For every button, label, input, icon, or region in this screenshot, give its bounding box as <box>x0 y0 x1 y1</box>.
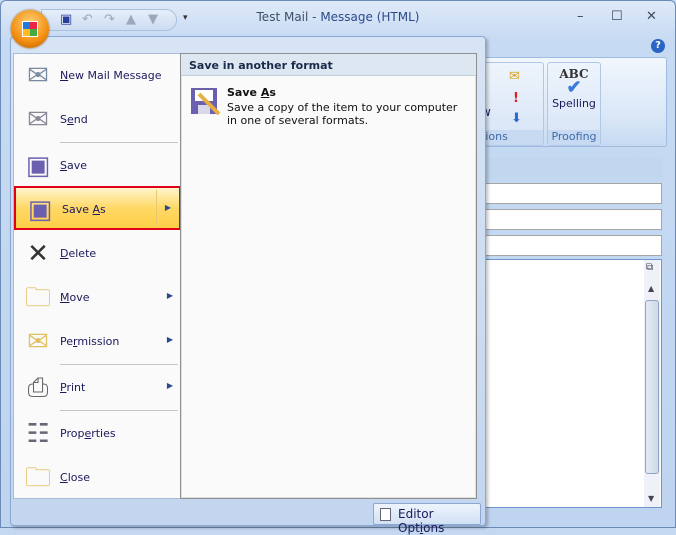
block-sender-icon[interactable]: ✉ <box>509 69 520 84</box>
save-icon: ▣ <box>25 151 51 181</box>
office-logo-icon <box>22 21 38 37</box>
send-icon: ✉ <box>27 105 49 135</box>
new-mail-icon: ✉ <box>27 61 49 91</box>
office-menu-commands: ✉ New Mail Message ✉ Send ▣ Save ▣ Save As ▶… <box>13 53 181 500</box>
menu-item-move[interactable]: 🗀 Move ▶ <box>14 276 181 320</box>
menu-separator <box>60 142 178 143</box>
editor-options-icon <box>380 508 391 521</box>
close-button[interactable]: ✕ <box>646 9 657 24</box>
menu-separator <box>60 364 178 365</box>
proofing-group: ABC ✔ Spelling Proofing <box>547 62 601 146</box>
proofing-group-label: Proofing <box>548 130 600 145</box>
save-as-icon <box>191 88 221 116</box>
close-folder-icon: 🗀 <box>24 463 51 493</box>
info-bar <box>481 158 662 178</box>
save-icon[interactable]: ▣ <box>60 12 72 27</box>
high-importance-icon[interactable]: ! <box>513 91 519 106</box>
scroll-up-arrow[interactable]: ▲ <box>648 284 654 293</box>
next-icon[interactable]: ▼ <box>148 12 158 27</box>
delete-icon: ✕ <box>27 239 49 269</box>
options-group: w ✉ ! ⬇ tions <box>480 62 544 146</box>
save-as-submenu: Save in another format Save As Save a co… <box>180 53 477 499</box>
properties-icon: ☷ <box>26 419 50 449</box>
spelling-button[interactable]: ABC ✔ Spelling <box>548 63 600 129</box>
undo-icon[interactable]: ↶ <box>82 12 93 27</box>
cc-field[interactable] <box>481 209 662 230</box>
save-as-icon: ▣ <box>27 195 53 225</box>
menu-item-save-as[interactable]: ▣ Save As ▶ <box>14 186 181 230</box>
menu-item-print[interactable]: ⎙ Print ▶ <box>14 366 181 410</box>
submenu-heading: Save in another format <box>181 54 476 76</box>
menu-item-permission[interactable]: ✉ Permission ▶ <box>14 320 181 364</box>
vertical-scrollbar[interactable]: ⧉ ▲ ▼ <box>644 260 660 507</box>
ribbon: w ✉ ! ⬇ tions ABC✔ Spelling Proofing <box>480 57 667 147</box>
submenu-arrow-icon[interactable]: ▶ <box>167 291 173 300</box>
menu-item-send[interactable]: ✉ Send <box>14 98 181 142</box>
to-field[interactable] <box>481 183 662 204</box>
submenu-arrow-icon[interactable]: ▶ <box>167 381 173 390</box>
scroll-thumb[interactable] <box>645 300 659 474</box>
submenu-arrow-icon[interactable]: ▶ <box>167 335 173 344</box>
message-body[interactable]: ⧉ ▲ ▼ <box>481 259 662 508</box>
permission-icon: ✉ <box>27 327 49 357</box>
menu-separator <box>60 410 178 411</box>
editor-options-button[interactable]: Editor Options <box>373 503 481 535</box>
previous-icon[interactable]: ▲ <box>126 12 136 27</box>
ruler-icon[interactable]: ⧉ <box>646 262 653 273</box>
quick-access-toolbar: ▣ ↶ ↷ ▲ ▼ <box>41 9 177 31</box>
minimize-button[interactable]: – <box>577 9 584 24</box>
submenu-split <box>156 190 157 226</box>
menu-item-close[interactable]: 🗀 Close <box>14 456 181 500</box>
subject-field[interactable] <box>481 235 662 256</box>
options-group-label: tions <box>481 130 543 145</box>
low-importance-icon[interactable]: ⬇ <box>511 111 522 126</box>
customize-qat-button[interactable]: ▾ <box>183 13 188 23</box>
menu-item-save[interactable]: ▣ Save <box>14 144 181 188</box>
redo-icon[interactable]: ↷ <box>104 12 115 27</box>
move-icon: 🗀 <box>24 283 51 313</box>
save-as-description: Save a copy of the item to your computer… <box>227 101 458 127</box>
submenu-save-as-option[interactable]: Save As Save a copy of the item to your … <box>187 84 472 128</box>
office-menu: ✉ New Mail Message ✉ Send ▣ Save ▣ Save As ▶… <box>10 36 486 535</box>
help-icon[interactable]: ? <box>651 39 665 53</box>
maximize-button[interactable]: ☐ <box>611 9 623 24</box>
office-button[interactable] <box>11 10 49 48</box>
submenu-arrow-icon[interactable]: ▶ <box>165 203 171 212</box>
menu-item-delete[interactable]: ✕ Delete <box>14 232 181 276</box>
print-icon: ⎙ <box>27 373 49 403</box>
menu-item-properties[interactable]: ☷ Properties <box>14 412 181 456</box>
menu-item-new-mail-message[interactable]: ✉ New Mail Message <box>14 54 181 98</box>
spelling-icon: ABC ✔ <box>559 67 589 98</box>
scroll-down-arrow[interactable]: ▼ <box>648 494 654 503</box>
